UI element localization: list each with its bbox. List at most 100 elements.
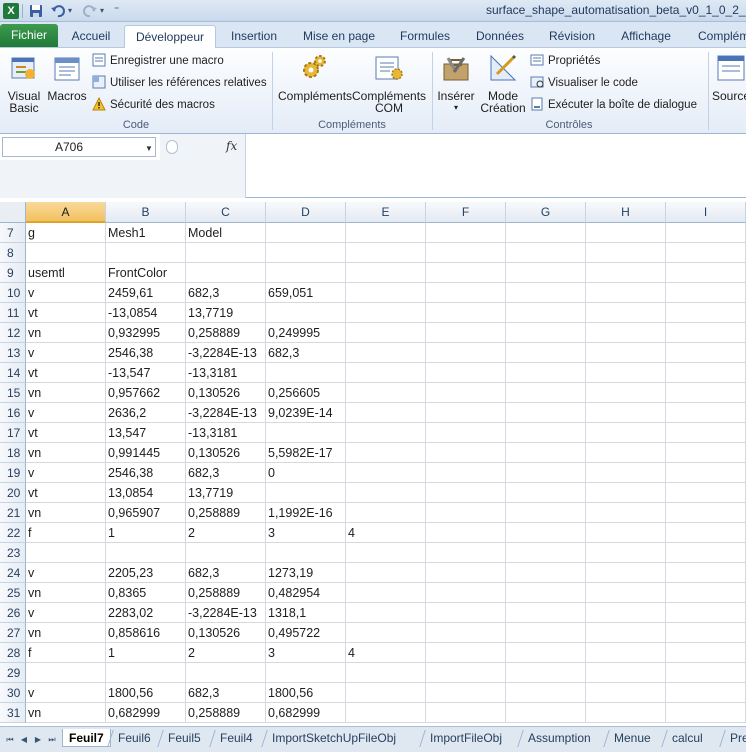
grid-cell[interactable] xyxy=(506,403,586,423)
row-header[interactable]: 9 xyxy=(0,263,26,283)
grid-cell[interactable] xyxy=(666,263,746,283)
grid-cell[interactable] xyxy=(346,503,426,523)
grid-cell[interactable]: vn xyxy=(26,323,106,343)
grid-cell[interactable] xyxy=(426,583,506,603)
grid-cell[interactable]: 4 xyxy=(346,643,426,663)
grid-cell[interactable]: 0,682999 xyxy=(266,703,346,723)
grid-cell[interactable] xyxy=(586,623,666,643)
grid-cell[interactable]: -13,3181 xyxy=(186,423,266,443)
grid-cell[interactable]: 1273,19 xyxy=(266,563,346,583)
grid-cell[interactable] xyxy=(186,663,266,683)
grid-cell[interactable]: v xyxy=(26,563,106,583)
grid-cell[interactable] xyxy=(586,683,666,703)
insert-control-button[interactable]: Insérer ▾ xyxy=(436,52,476,114)
grid-cell[interactable] xyxy=(346,563,426,583)
grid-cell[interactable] xyxy=(666,423,746,443)
grid-cell[interactable]: vn xyxy=(26,383,106,403)
insert-function-icon[interactable]: fx xyxy=(226,139,237,153)
grid-cell[interactable] xyxy=(266,303,346,323)
grid-cell[interactable]: 0 xyxy=(266,463,346,483)
grid-cell[interactable] xyxy=(506,563,586,583)
row-header[interactable]: 30 xyxy=(0,683,26,703)
grid-cell[interactable] xyxy=(586,563,666,583)
grid-cell[interactable] xyxy=(506,423,586,443)
grid-cell[interactable] xyxy=(506,363,586,383)
grid-cell[interactable]: 0,957662 xyxy=(106,383,186,403)
row-header[interactable]: 24 xyxy=(0,563,26,583)
grid-cell[interactable]: 1 xyxy=(106,523,186,543)
properties-button[interactable]: Propriétés xyxy=(530,52,600,70)
row-header[interactable]: 14 xyxy=(0,363,26,383)
row-header[interactable]: 20 xyxy=(0,483,26,503)
grid-cell[interactable] xyxy=(506,263,586,283)
grid-cell[interactable] xyxy=(586,643,666,663)
row-header[interactable]: 27 xyxy=(0,623,26,643)
grid-cell[interactable] xyxy=(506,323,586,343)
row-header[interactable]: 26 xyxy=(0,603,26,623)
grid-cell[interactable] xyxy=(666,543,746,563)
tab-donnees[interactable]: Données xyxy=(468,25,532,48)
grid-cell[interactable]: 0,130526 xyxy=(186,623,266,643)
grid-cell[interactable] xyxy=(506,583,586,603)
grid-cell[interactable]: 0,482954 xyxy=(266,583,346,603)
row-header[interactable]: 31 xyxy=(0,703,26,723)
grid-cell[interactable]: 2546,38 xyxy=(106,463,186,483)
grid-cell[interactable] xyxy=(506,643,586,663)
grid-cell[interactable] xyxy=(266,263,346,283)
grid-cell[interactable] xyxy=(586,343,666,363)
grid-cell[interactable]: g xyxy=(26,223,106,243)
row-header[interactable]: 7 xyxy=(0,223,26,243)
grid-cell[interactable] xyxy=(506,603,586,623)
grid-cell[interactable] xyxy=(426,223,506,243)
grid-cell[interactable]: 13,7719 xyxy=(186,483,266,503)
grid-cell[interactable] xyxy=(426,303,506,323)
redo-dropdown-icon[interactable]: ▾ xyxy=(100,3,104,19)
grid-cell[interactable] xyxy=(426,563,506,583)
grid-cell[interactable] xyxy=(346,383,426,403)
grid-cell[interactable] xyxy=(426,543,506,563)
grid-cell[interactable]: 1,1992E-16 xyxy=(266,503,346,523)
grid-cell[interactable] xyxy=(666,663,746,683)
macros-button[interactable]: Macros xyxy=(46,52,88,102)
tab-formules[interactable]: Formules xyxy=(392,25,458,48)
grid-cell[interactable] xyxy=(266,483,346,503)
grid-cell[interactable] xyxy=(666,683,746,703)
grid-cell[interactable]: 0,258889 xyxy=(186,583,266,603)
column-header-f[interactable]: F xyxy=(426,202,506,223)
grid-cell[interactable] xyxy=(266,243,346,263)
grid-cell[interactable] xyxy=(426,383,506,403)
grid-cell[interactable] xyxy=(346,583,426,603)
column-header-i[interactable]: I xyxy=(666,202,746,223)
row-header[interactable]: 10 xyxy=(0,283,26,303)
grid-cell[interactable] xyxy=(586,583,666,603)
grid-cell[interactable] xyxy=(346,623,426,643)
grid-cell[interactable]: 0,130526 xyxy=(186,443,266,463)
row-header[interactable]: 15 xyxy=(0,383,26,403)
grid-cell[interactable] xyxy=(586,223,666,243)
sheet-tab[interactable]: Assumption xyxy=(528,729,591,747)
undo-icon[interactable] xyxy=(50,3,66,19)
grid-cell[interactable]: vn xyxy=(26,583,106,603)
grid-cell[interactable] xyxy=(586,543,666,563)
grid-cell[interactable] xyxy=(186,543,266,563)
grid-cell[interactable]: 2205,23 xyxy=(106,563,186,583)
grid-cell[interactable] xyxy=(426,503,506,523)
row-header[interactable]: 16 xyxy=(0,403,26,423)
grid-cell[interactable]: 0,256605 xyxy=(266,383,346,403)
grid-cell[interactable] xyxy=(426,243,506,263)
undo-dropdown-icon[interactable]: ▾ xyxy=(68,3,72,19)
grid-cell[interactable]: 682,3 xyxy=(186,563,266,583)
grid-cell[interactable]: Model xyxy=(186,223,266,243)
grid-cell[interactable]: -13,0854 xyxy=(106,303,186,323)
grid-cell[interactable]: f xyxy=(26,523,106,543)
grid-cell[interactable] xyxy=(586,443,666,463)
grid-cell[interactable] xyxy=(346,543,426,563)
grid-cell[interactable] xyxy=(346,423,426,443)
grid-cell[interactable] xyxy=(266,423,346,443)
grid-cell[interactable]: 0,8365 xyxy=(106,583,186,603)
sheet-tab[interactable]: Feuil7 xyxy=(62,729,111,747)
grid-cell[interactable] xyxy=(346,243,426,263)
grid-cell[interactable] xyxy=(346,683,426,703)
grid-cell[interactable] xyxy=(106,543,186,563)
row-header[interactable]: 22 xyxy=(0,523,26,543)
